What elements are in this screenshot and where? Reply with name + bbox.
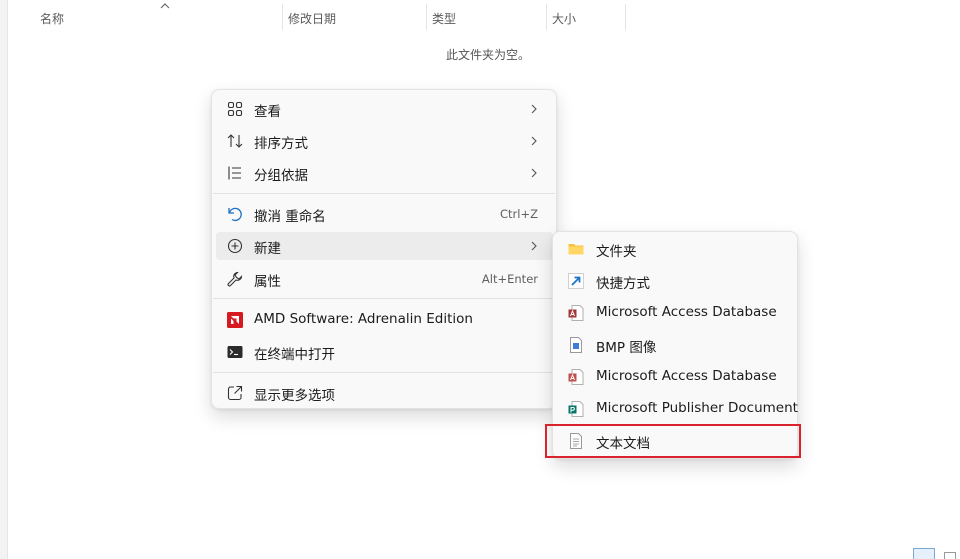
submenu-item-publisher-document[interactable]: Microsoft Publisher Document <box>557 395 798 423</box>
menu-separator <box>213 193 555 194</box>
menu-item-undo-rename-label: 撤消 重命名 <box>254 209 326 225</box>
access-database-icon <box>567 368 585 386</box>
menu-item-show-more-options[interactable]: 显示更多选项 <box>216 379 553 407</box>
menu-item-amd-software-label: AMD Software: Adrenalin Edition <box>254 311 473 327</box>
open-external-icon <box>226 384 244 402</box>
publisher-document-icon <box>567 400 585 418</box>
submenu-item-access-database-label: Microsoft Access Database <box>596 368 777 384</box>
menu-item-view[interactable]: 查看 <box>216 95 553 123</box>
menu-item-new[interactable]: 新建 <box>216 232 553 260</box>
submenu-item-bmp-image[interactable]: BMP 图像 <box>557 331 795 359</box>
chevron-right-icon <box>529 101 539 117</box>
submenu-item-access-database[interactable]: Microsoft Access Database <box>557 299 795 327</box>
submenu-item-folder-label: 文件夹 <box>596 244 637 260</box>
submenu-item-shortcut-label: 快捷方式 <box>596 276 650 292</box>
menu-item-properties[interactable]: 属性 Alt+Enter <box>216 265 553 293</box>
submenu-item-access-database[interactable]: Microsoft Access Database <box>557 363 795 391</box>
menu-separator <box>213 372 555 373</box>
wrench-icon <box>226 270 244 288</box>
submenu-item-bmp-image-label: BMP 图像 <box>596 340 657 356</box>
grid-view-icon <box>226 100 244 118</box>
submenu-item-access-database-label: Microsoft Access Database <box>596 304 777 320</box>
column-modified-header[interactable]: 修改日期 <box>282 0 426 32</box>
empty-folder-message: 此文件夹为空。 <box>445 48 530 62</box>
menu-item-view-label: 查看 <box>254 104 281 120</box>
large-icons-view-button[interactable] <box>944 552 956 559</box>
menu-item-open-terminal-label: 在终端中打开 <box>254 347 335 363</box>
column-size-label: 大小 <box>552 12 577 26</box>
menu-item-undo-rename[interactable]: 撤消 重命名 Ctrl+Z <box>216 200 553 228</box>
submenu-item-shortcut[interactable]: 快捷方式 <box>557 267 795 295</box>
context-menu: 查看 排序方式 分组依据 撤消 重命名 Ctrl+Z 新建 属性 Alt+Ent… <box>211 89 557 409</box>
menu-item-open-terminal[interactable]: 在终端中打开 <box>216 338 553 366</box>
submenu-item-folder[interactable]: 文件夹 <box>557 235 795 263</box>
menu-item-sort-by[interactable]: 排序方式 <box>216 127 553 155</box>
details-view-button[interactable] <box>913 548 935 559</box>
terminal-icon <box>226 343 244 361</box>
undo-shortcut: Ctrl+Z <box>500 207 538 221</box>
folder-icon <box>567 240 585 258</box>
column-type-header[interactable]: 类型 <box>426 0 546 32</box>
shortcut-arrow-icon <box>567 272 585 290</box>
highlight-annotation-box <box>545 424 801 458</box>
submenu-item-publisher-document-label: Microsoft Publisher Document <box>596 400 798 416</box>
menu-item-show-more-options-label: 显示更多选项 <box>254 388 335 404</box>
column-modified-label: 修改日期 <box>288 12 337 26</box>
column-header-row: 名称 修改日期 类型 大小 <box>8 0 628 32</box>
menu-item-properties-label: 属性 <box>254 274 281 290</box>
navigation-pane-edge <box>0 0 8 559</box>
sort-ascending-icon <box>160 0 170 13</box>
menu-item-group-by[interactable]: 分组依据 <box>216 159 553 187</box>
column-size-header[interactable]: 大小 <box>546 0 626 32</box>
chevron-right-icon <box>529 165 539 181</box>
group-list-icon <box>226 164 244 182</box>
column-name-header[interactable]: 名称 <box>34 0 282 32</box>
column-type-label: 类型 <box>432 12 457 26</box>
menu-item-new-label: 新建 <box>254 241 281 257</box>
menu-separator <box>213 298 555 299</box>
properties-shortcut: Alt+Enter <box>481 272 538 286</box>
sort-arrows-icon <box>226 132 244 150</box>
chevron-right-icon <box>529 238 539 254</box>
chevron-right-icon <box>529 133 539 149</box>
menu-item-sort-by-label: 排序方式 <box>254 136 308 152</box>
bmp-image-icon <box>567 336 585 354</box>
column-name-label: 名称 <box>40 12 65 26</box>
menu-item-amd-software[interactable]: AMD Software: Adrenalin Edition <box>216 306 553 334</box>
amd-logo-icon <box>226 311 244 329</box>
undo-icon <box>226 205 244 223</box>
column-divider[interactable] <box>625 4 626 30</box>
access-database-icon <box>567 304 585 322</box>
menu-item-group-by-label: 分组依据 <box>254 168 308 184</box>
add-circle-icon <box>226 237 244 255</box>
